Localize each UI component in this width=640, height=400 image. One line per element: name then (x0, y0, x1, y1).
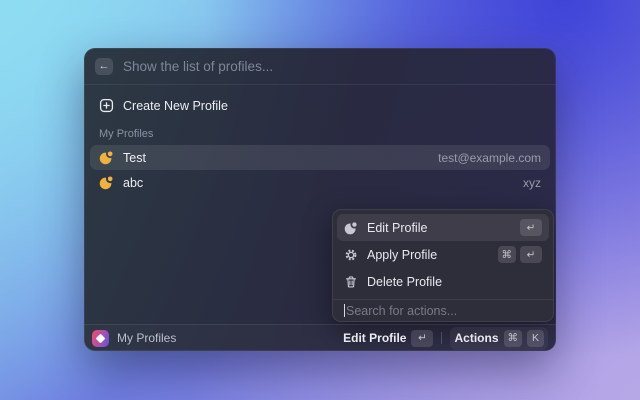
profile-name: Test (123, 151, 146, 165)
app-logo-icon[interactable] (92, 330, 109, 347)
k-key-badge: K (527, 330, 544, 347)
shortcut-keys: ⌘ ↵ (498, 246, 543, 263)
enter-key-badge: ↵ (411, 330, 433, 347)
action-edit-profile[interactable]: Edit Profile ↵ (337, 214, 549, 241)
launcher-window: ← Create New Profile My Profiles (84, 48, 556, 351)
create-new-profile-item[interactable]: Create New Profile (90, 93, 550, 118)
status-bar: My Profiles Edit Profile ↵ Actions ⌘ K (84, 324, 556, 351)
profiles-list: Create New Profile My Profiles Test test… (84, 85, 556, 195)
actions-menu-items: Edit Profile ↵ Apply Profile ⌘ ↵ (333, 210, 553, 299)
command-search-input[interactable] (123, 59, 545, 74)
action-apply-profile[interactable]: Apply Profile ⌘ ↵ (337, 241, 549, 268)
profile-icon (99, 150, 114, 165)
primary-action-button[interactable]: Edit Profile ↵ (343, 330, 433, 347)
actions-button-label: Actions (454, 331, 498, 345)
diamond-icon (96, 333, 106, 343)
profile-row-abc[interactable]: abc xyz (90, 170, 550, 195)
shortcut-keys: ↵ (520, 219, 542, 236)
profile-icon (344, 221, 358, 235)
app-label: My Profiles (117, 331, 176, 345)
action-label: Delete Profile (367, 275, 442, 289)
primary-action-label: Edit Profile (343, 331, 406, 345)
enter-key-badge: ↵ (520, 246, 542, 263)
profile-row-test[interactable]: Test test@example.com (90, 145, 550, 170)
trash-icon (344, 275, 358, 289)
profile-meta: test@example.com (438, 151, 541, 165)
back-arrow-icon: ← (99, 61, 110, 72)
profile-meta: xyz (523, 176, 541, 190)
action-label: Apply Profile (367, 248, 437, 262)
status-bar-actions: Edit Profile ↵ Actions ⌘ K (343, 327, 548, 350)
create-new-profile-label: Create New Profile (123, 99, 228, 113)
divider (441, 332, 442, 344)
plus-icon (99, 98, 114, 113)
text-caret (344, 304, 345, 317)
actions-menu: Edit Profile ↵ Apply Profile ⌘ ↵ (332, 209, 554, 322)
gear-icon (344, 248, 358, 262)
actions-search-input[interactable] (346, 304, 542, 318)
cmd-key-badge: ⌘ (498, 246, 517, 263)
actions-search[interactable] (333, 299, 553, 321)
cmd-key-badge: ⌘ (504, 330, 523, 347)
section-title: My Profiles (99, 128, 550, 140)
actions-panel-button[interactable]: Actions ⌘ K (450, 327, 548, 350)
profile-name: abc (123, 176, 143, 190)
action-label: Edit Profile (367, 221, 427, 235)
enter-key-badge: ↵ (520, 219, 542, 236)
header: ← (84, 48, 556, 85)
action-delete-profile[interactable]: Delete Profile (337, 268, 549, 295)
back-button[interactable]: ← (95, 58, 113, 75)
profile-icon (99, 175, 114, 190)
